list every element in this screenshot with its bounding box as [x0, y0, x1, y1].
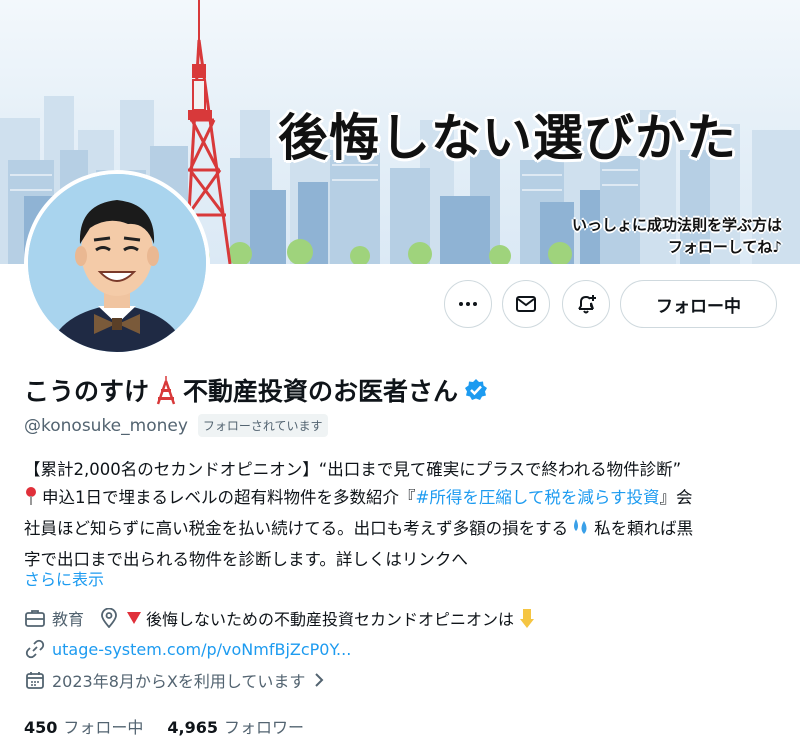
banner-subtitle: いっしょに成功法則を学ぶ方は フォローしてね♪	[572, 214, 782, 258]
bio: 【累計2,000名のセカンドオピニオン】“出口まで見て確実にプラスで終われる物件…	[24, 456, 780, 574]
followers-count-link[interactable]: 4,965 フォロワー	[167, 714, 304, 738]
bio-line-3: 社員ほど知らずに高い税金を払い続けてる。出口も考えず多額の損をする 私を頼れば黒	[24, 515, 780, 546]
following-button[interactable]: フォロー中	[620, 280, 777, 328]
bio-line-1: 【累計2,000名のセカンドオピニオン】“出口まで見て確実にプラスで終われる物件…	[24, 460, 682, 479]
display-name-part2: 不動産投資のお医者さん	[183, 377, 459, 406]
avatar-illustration	[28, 174, 206, 352]
profile-website-link[interactable]: utage-system.com/p/voNmfBjZcP0Y...	[52, 640, 351, 659]
following-count-link[interactable]: 450 フォロー中	[24, 714, 143, 738]
more-horizontal-icon	[459, 302, 477, 306]
mail-icon	[516, 296, 536, 312]
bio-line-3-text: 社員ほど知らずに高い税金を払い続けてる。出口も考えず多額の損をする	[24, 519, 569, 538]
bio-line-4: 字で出口まで出られる物件を診断します。詳しくはリンクへ	[24, 550, 468, 569]
tokyo-tower-icon	[153, 375, 179, 405]
notifications-button[interactable]	[562, 280, 610, 328]
display-name-part1: こうのすけ	[24, 377, 150, 406]
banner-title: 後悔しない選びかた	[278, 109, 737, 167]
verified-badge-icon[interactable]	[464, 378, 488, 402]
pointing-down-icon	[518, 607, 536, 629]
profile-location: 後悔しないための不動産投資セカンドオピニオンは	[146, 610, 515, 629]
sweat-drops-icon	[570, 517, 592, 546]
profile-category: 教育	[52, 610, 85, 629]
profile-name-row: こうのすけ 不動産投資のお医者さん	[24, 372, 488, 408]
bio-line-2-text: 申込1日で埋まるレベルの超有料物件を多数紹介『	[42, 488, 416, 507]
bell-plus-icon	[578, 295, 596, 314]
avatar[interactable]	[24, 170, 210, 356]
handle: @konosuke_money	[24, 415, 188, 436]
message-button[interactable]	[502, 280, 550, 328]
following-count: 450	[24, 718, 58, 737]
followers-count: 4,965	[167, 718, 219, 737]
meta-link-row: utage-system.com/p/voNmfBjZcP0Y...	[24, 638, 351, 660]
meta-joined-row: 2023年8月からXを利用しています	[24, 668, 325, 692]
calendar-icon	[24, 669, 46, 691]
following-label: フォロー中	[63, 718, 144, 737]
meta-category-location-row: 教育 後悔しないための不動産投資セカンドオピニオンは	[24, 606, 536, 630]
bio-hashtag[interactable]: #所得を圧縮して税を減らす投資	[416, 488, 660, 507]
banner-subtitle-line2: フォローしてね♪	[667, 238, 782, 256]
joined-date: 2023年8月からXを利用しています	[52, 672, 306, 691]
show-more-link[interactable]: さらに表示	[24, 566, 104, 590]
bio-line-2: 申込1日で埋まるレベルの超有料物件を多数紹介『#所得を圧縮して税を減らす投資』会	[24, 484, 780, 515]
red-triangle-icon	[126, 611, 142, 625]
follow-counts: 450 フォロー中 4,965 フォロワー	[24, 714, 304, 738]
link-icon	[24, 638, 46, 660]
location-pin-icon	[98, 607, 120, 629]
handle-row: @konosuke_money フォローされています	[24, 414, 328, 437]
pin-icon	[24, 486, 38, 515]
bio-line-2-end: 』会	[659, 488, 693, 507]
followers-label: フォロワー	[224, 718, 305, 737]
bio-line-3-end: 私を頼れば黒	[594, 519, 694, 538]
follows-you-badge: フォローされています	[197, 414, 328, 437]
more-button[interactable]	[444, 280, 492, 328]
briefcase-icon	[24, 607, 46, 629]
chevron-right-icon[interactable]	[313, 672, 325, 688]
banner-subtitle-line1: いっしょに成功法則を学ぶ方は	[571, 216, 782, 234]
